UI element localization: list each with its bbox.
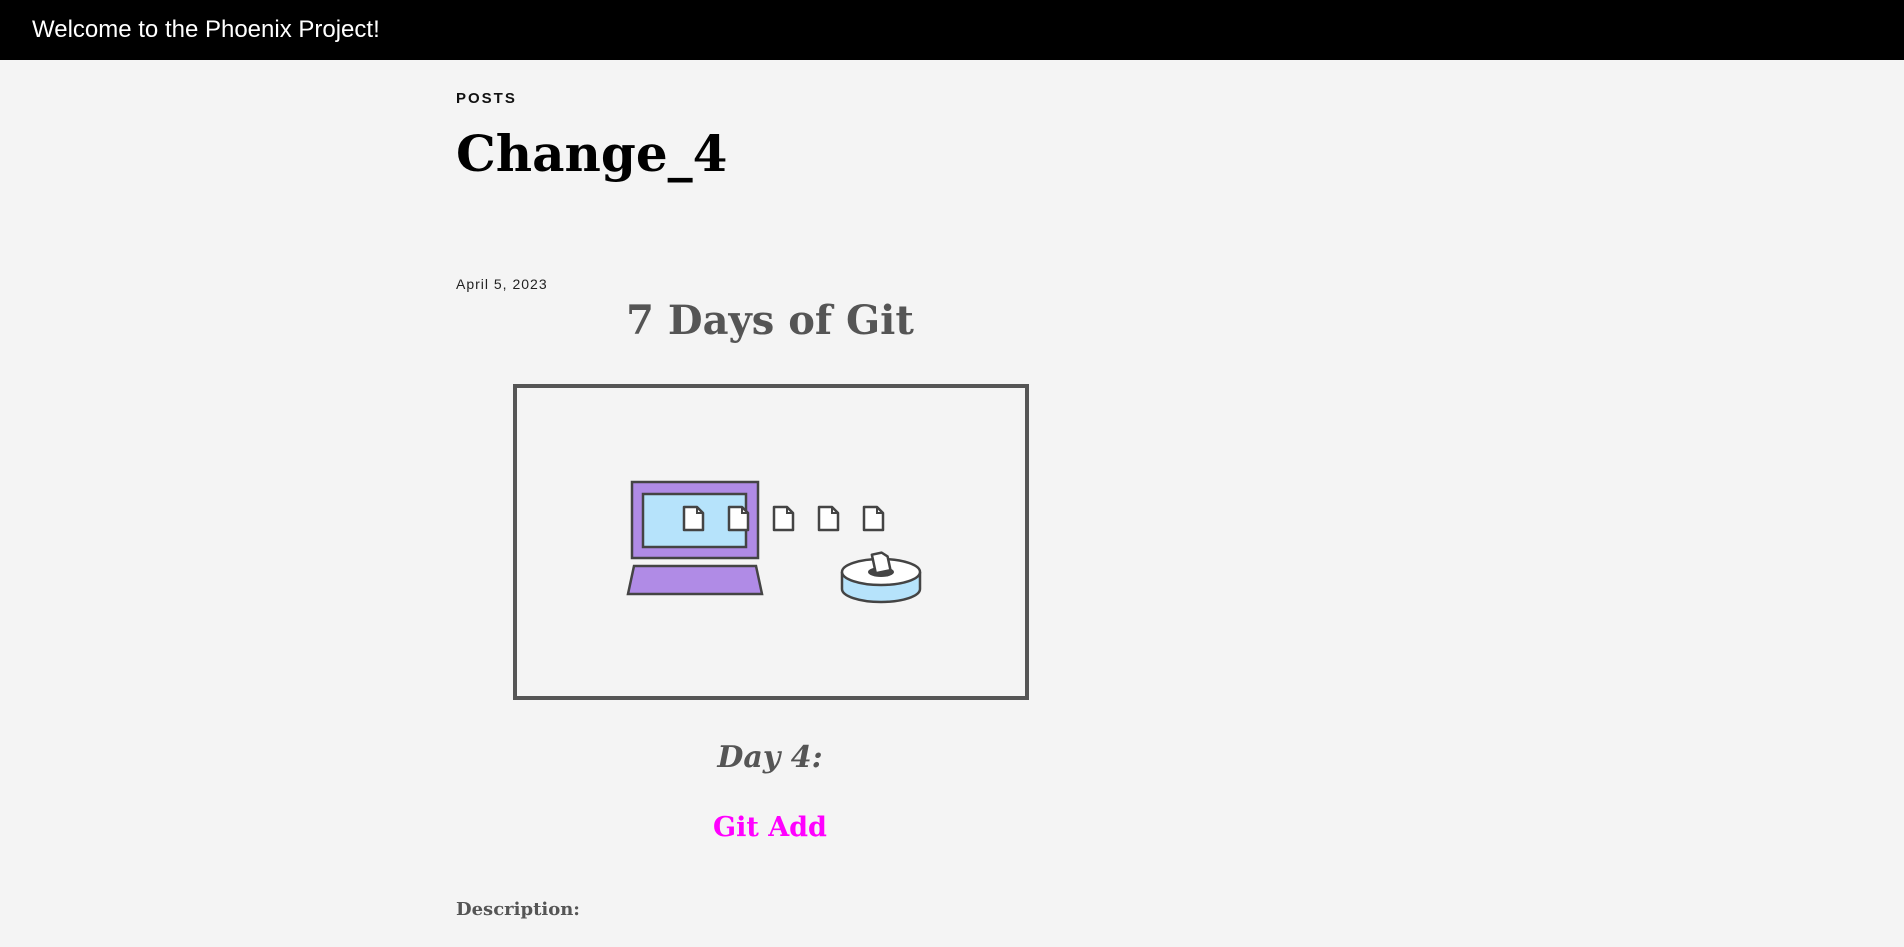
post-date: April 5, 2023 [456, 276, 548, 292]
file-icon [862, 505, 885, 532]
git-add-illustration [513, 384, 1029, 700]
file-icon [727, 505, 750, 532]
post-content: POSTS Change_4 April 5, 2023 7 Days of G… [456, 60, 1084, 947]
post-category[interactable]: POSTS [456, 90, 517, 107]
laptop-icon [626, 480, 764, 596]
post-title: Change_4 [456, 124, 728, 183]
day-label: Day 4: [717, 740, 823, 775]
description-label: Description: [456, 899, 580, 920]
site-header: Welcome to the Phoenix Project! [0, 0, 1904, 60]
staging-disk-icon [840, 551, 922, 604]
topic-title: Git Add [713, 812, 827, 843]
series-title: 7 Days of Git [626, 297, 914, 344]
file-icon [772, 505, 795, 532]
illustration-svg [626, 480, 922, 604]
site-title[interactable]: Welcome to the Phoenix Project! [32, 15, 380, 45]
file-icon [682, 505, 705, 532]
file-icon [817, 505, 840, 532]
